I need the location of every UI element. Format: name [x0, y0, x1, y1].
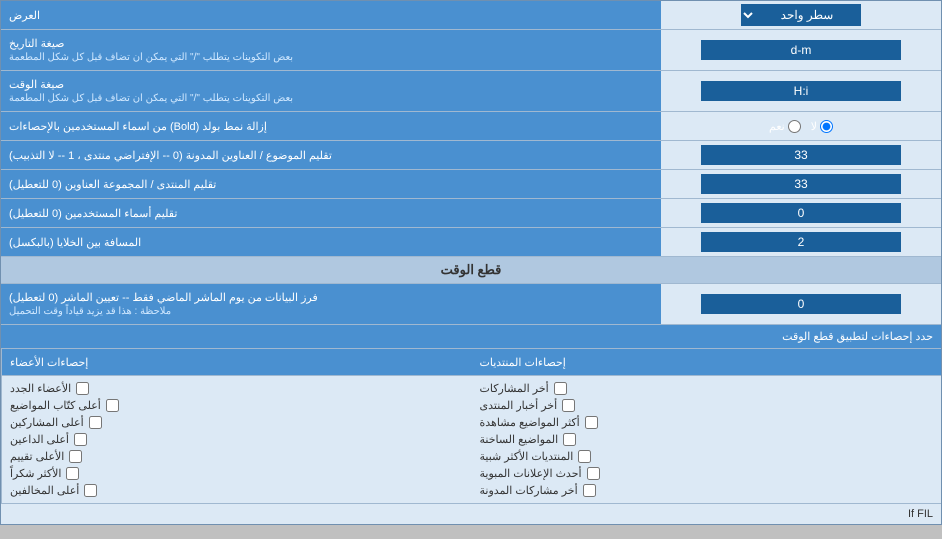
list-item: أعلى المخالفين	[10, 482, 464, 499]
topic-count-row: تقليم الموضوع / العناوين المدونة (0 -- ا…	[1, 141, 941, 170]
remove-bold-input-cell: نعم لا	[661, 112, 941, 140]
cell-spacing-input-cell	[661, 228, 941, 256]
list-item: الأعضاء الجدد	[10, 380, 464, 397]
display-select[interactable]: سطر واحد سطرين ثلاثة أسطر	[741, 4, 861, 26]
stats-apply-label: حدد إحصاءات لتطبيق قطع الوقت	[1, 325, 941, 349]
forum-count-row: تقليم المنتدى / المجموعة العناوين (0 للت…	[1, 170, 941, 199]
cell-spacing-input[interactable]	[701, 232, 901, 252]
check-latest-classified[interactable]	[587, 467, 600, 480]
display-row: العرض سطر واحد سطرين ثلاثة أسطر	[1, 1, 941, 30]
check-last-blog-posts[interactable]	[583, 484, 596, 497]
radio-yes[interactable]	[788, 120, 801, 133]
remove-bold-label: إزالة نمط بولد (Bold) من اسماء المستخدمي…	[1, 112, 661, 140]
realtime-days-row: فرز البيانات من يوم الماشر الماضي فقط --…	[1, 284, 941, 325]
check-most-viewed[interactable]	[585, 416, 598, 429]
list-item: أخر مشاركات المدونة	[480, 482, 934, 499]
display-label: العرض	[1, 1, 661, 29]
topic-count-label: تقليم الموضوع / العناوين المدونة (0 -- ا…	[1, 141, 661, 169]
cell-spacing-row: المسافة بين الخلايا (بالبكسل)	[1, 228, 941, 257]
list-item: أعلى المشاركين	[10, 414, 464, 431]
stats-col2: أخر المشاركات أخر أخبار المنتدى أكثر الم…	[472, 376, 942, 503]
check-top-topic-writers[interactable]	[106, 399, 119, 412]
username-count-row: تقليم أسماء المستخدمين (0 للتعطيل)	[1, 199, 941, 228]
forum-count-label: تقليم المنتدى / المجموعة العناوين (0 للت…	[1, 170, 661, 198]
stats-section: حدد إحصاءات لتطبيق قطع الوقت إحصاءات الأ…	[1, 325, 941, 504]
realtime-section-header: قطع الوقت	[1, 257, 941, 284]
realtime-days-input-cell	[661, 290, 941, 318]
list-item: أحدث الإعلانات المبوية	[480, 465, 934, 482]
username-count-input-cell	[661, 199, 941, 227]
list-item: الأعلى تقييم	[10, 448, 464, 465]
if-fil-text: If FIL	[1, 504, 941, 524]
list-item: أكثر المواضيع مشاهدة	[480, 414, 934, 431]
check-last-posts[interactable]	[554, 382, 567, 395]
list-item: أخر أخبار المنتدى	[480, 397, 934, 414]
time-format-label: صيغة الوقت بعض التكوينات يتطلب "/" التي …	[1, 71, 661, 111]
check-most-thanked[interactable]	[66, 467, 79, 480]
check-top-posters[interactable]	[89, 416, 102, 429]
check-most-popular-forums[interactable]	[578, 450, 591, 463]
radio-no[interactable]	[820, 120, 833, 133]
stats-checkboxes-body: الأعضاء الجدد أعلى كتّاب المواضيع أعلى ا…	[1, 376, 941, 503]
list-item: المواضيع الساخنة	[480, 431, 934, 448]
date-format-input[interactable]	[701, 40, 901, 60]
check-top-rated[interactable]	[69, 450, 82, 463]
stats-col-headers: إحصاءات الأعضاء إحصاءات المنتديات	[1, 349, 941, 376]
check-top-inviters[interactable]	[74, 433, 87, 446]
time-format-input[interactable]	[701, 81, 901, 101]
list-item: أعلى كتّاب المواضيع	[10, 397, 464, 414]
check-new-members[interactable]	[76, 382, 89, 395]
username-count-input[interactable]	[701, 203, 901, 223]
check-hot-topics[interactable]	[563, 433, 576, 446]
stats-col1-header: إحصاءات الأعضاء	[1, 349, 472, 375]
date-format-label: صيغة التاريخ بعض التكوينات يتطلب "/" الت…	[1, 30, 661, 70]
list-item: أخر المشاركات	[480, 380, 934, 397]
date-format-input-cell	[661, 36, 941, 64]
realtime-days-label: فرز البيانات من يوم الماشر الماضي فقط --…	[1, 284, 661, 324]
realtime-days-input[interactable]	[701, 294, 901, 314]
list-item: المنتديات الأكثر شبية	[480, 448, 934, 465]
time-format-row: صيغة الوقت بعض التكوينات يتطلب "/" التي …	[1, 71, 941, 112]
time-format-input-cell	[661, 77, 941, 105]
forum-count-input[interactable]	[701, 174, 901, 194]
display-input-cell: سطر واحد سطرين ثلاثة أسطر	[661, 1, 941, 29]
list-item: أعلى الداعين	[10, 431, 464, 448]
forum-count-input-cell	[661, 170, 941, 198]
check-top-violators[interactable]	[84, 484, 97, 497]
stats-col2-header: إحصاءات المنتديات	[472, 349, 942, 375]
stats-col1: الأعضاء الجدد أعلى كتّاب المواضيع أعلى ا…	[1, 376, 472, 503]
radio-yes-label[interactable]: نعم	[769, 120, 801, 133]
list-item: الأكثر شكراً	[10, 465, 464, 482]
main-container: العرض سطر واحد سطرين ثلاثة أسطر صيغة الت…	[0, 0, 942, 525]
topic-count-input-cell	[661, 141, 941, 169]
check-last-news[interactable]	[562, 399, 575, 412]
remove-bold-row: إزالة نمط بولد (Bold) من اسماء المستخدمي…	[1, 112, 941, 141]
topic-count-input[interactable]	[701, 145, 901, 165]
cell-spacing-label: المسافة بين الخلايا (بالبكسل)	[1, 228, 661, 256]
radio-no-label[interactable]: لا	[811, 120, 833, 133]
date-format-row: صيغة التاريخ بعض التكوينات يتطلب "/" الت…	[1, 30, 941, 71]
username-count-label: تقليم أسماء المستخدمين (0 للتعطيل)	[1, 199, 661, 227]
